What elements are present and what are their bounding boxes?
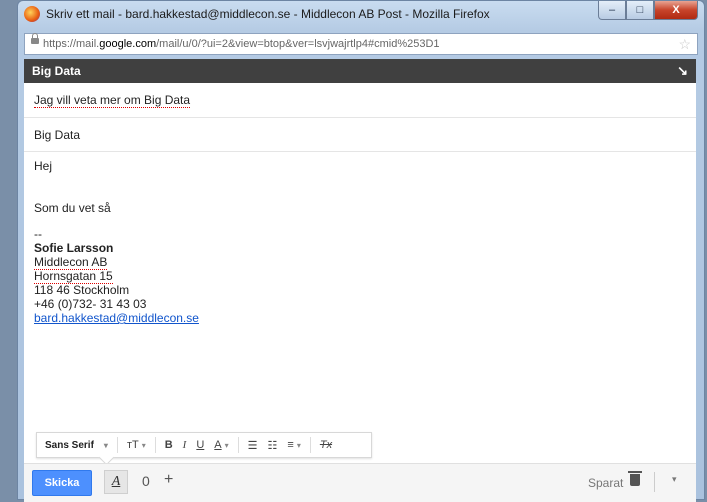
remove-formatting-button[interactable]: Tx: [315, 439, 337, 451]
close-button[interactable]: X: [654, 1, 698, 20]
text-color-button[interactable]: A ▾: [209, 439, 233, 451]
signature-company-text: Middlecon AB: [34, 255, 108, 270]
formatting-options-button[interactable]: A: [104, 470, 128, 494]
formatting-toolbar: Sans Serif ▾ тT ▾ B I U A ▾ ☰ ☷ ≡ ▾ Tx: [36, 432, 372, 466]
maximize-button[interactable]: □: [626, 1, 654, 20]
align-icon: ≡: [287, 439, 294, 451]
signature-company: Middlecon AB: [34, 255, 686, 270]
to-value[interactable]: Jag vill veta mer om Big Data: [34, 93, 191, 108]
window-title: Skriv ett mail - bard.hakkestad@middleco…: [46, 7, 490, 21]
lock-icon: [31, 33, 39, 44]
to-field[interactable]: Jag vill veta mer om Big Data: [24, 83, 696, 118]
address-bar[interactable]: https://mail.google.com/mail/u/0/?ui=2&v…: [24, 33, 698, 55]
bold-button[interactable]: B: [160, 439, 178, 451]
more-options-chevron-icon[interactable]: ▾: [672, 474, 677, 485]
signature-street: Hornsgatan 15: [34, 269, 686, 284]
font-family-label: Sans Serif: [45, 439, 94, 451]
font-family-select[interactable]: Sans Serif ▾: [37, 440, 113, 451]
subject-value[interactable]: Big Data: [34, 128, 80, 142]
bulleted-list-button[interactable]: ☷: [263, 439, 283, 452]
compose-bottom-bar: Skicka A 0 + Sparat ▾: [24, 463, 696, 502]
align-button[interactable]: ≡ ▾: [282, 439, 305, 451]
saved-status: Sparat: [588, 476, 624, 490]
trash-icon[interactable]: [628, 471, 642, 486]
subject-field[interactable]: Big Data: [24, 118, 696, 152]
signature-separator: --: [34, 227, 42, 241]
signature-email-link[interactable]: bard.hakkestad@middlecon.se: [34, 311, 686, 325]
title-bar: Skriv ett mail - bard.hakkestad@middleco…: [18, 1, 704, 27]
bookmark-star-icon[interactable]: ☆: [678, 36, 691, 53]
attach-icon[interactable]: 0: [142, 473, 150, 489]
url-text[interactable]: https://mail.google.com/mail/u/0/?ui=2&v…: [43, 38, 440, 50]
window-controls: – □ X: [598, 1, 698, 20]
message-body[interactable]: Hej Som du vet så -- Sofie Larsson Middl…: [34, 159, 686, 325]
url-domain: google.com: [99, 38, 157, 50]
chevron-down-icon: ▾: [141, 441, 146, 450]
underline-button[interactable]: U: [191, 439, 209, 451]
chevron-down-icon: ▾: [224, 441, 229, 450]
body-line-text: Som du vet så: [34, 201, 111, 215]
send-button[interactable]: Skicka: [32, 470, 92, 496]
chevron-down-icon: ▾: [296, 441, 301, 450]
minimize-button[interactable]: –: [598, 1, 626, 20]
expand-icon[interactable]: ↘: [677, 63, 688, 79]
compose-title: Big Data: [32, 64, 81, 78]
divider: [654, 472, 655, 492]
firefox-logo-icon: [24, 6, 40, 22]
chevron-down-icon: ▾: [103, 440, 108, 450]
signature-phone: +46 (0)732- 31 43 03: [34, 297, 147, 311]
body-line-greeting: Hej: [34, 159, 53, 173]
numbered-list-button[interactable]: ☰: [243, 439, 263, 452]
font-size-icon: тT: [126, 439, 139, 451]
text-color-icon: A: [214, 439, 222, 451]
url-path: /mail/u/0/?ui=2&view=btop&ver=lsvjwajrtl…: [156, 38, 440, 50]
signature-city: 118 46 Stockholm: [34, 283, 130, 297]
compose-window: Big Data ↘ Jag vill veta mer om Big Data…: [24, 59, 696, 502]
url-prefix: https://mail.: [43, 38, 100, 50]
signature-name: Sofie Larsson: [34, 241, 114, 255]
font-size-button[interactable]: тT ▾: [122, 439, 151, 451]
compose-header: Big Data ↘: [24, 59, 696, 83]
browser-window: Skriv ett mail - bard.hakkestad@middleco…: [17, 0, 705, 502]
more-options-plus-icon[interactable]: +: [164, 471, 173, 489]
italic-button[interactable]: I: [178, 439, 192, 451]
signature-street-text: Hornsgatan 15: [34, 269, 113, 284]
